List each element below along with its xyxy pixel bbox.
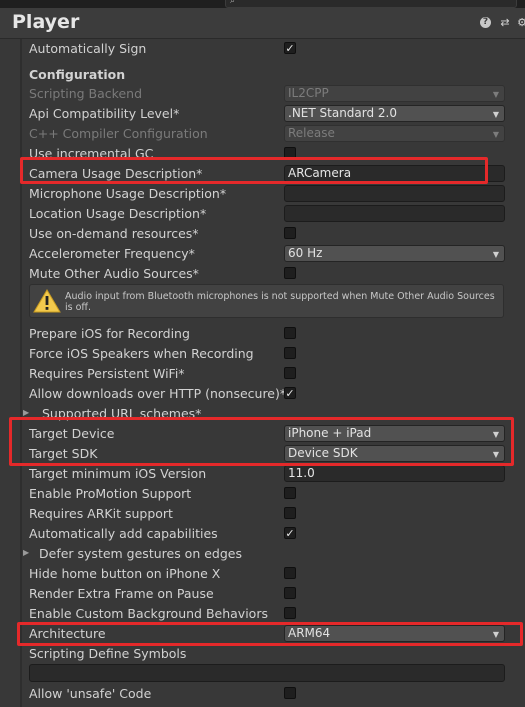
search-field[interactable]: ⌕	[225, 0, 517, 8]
setting-label: Requires Persistent WiFi*	[29, 366, 185, 381]
setting-label: Scripting Define Symbols	[29, 646, 187, 661]
dropdown-accelerometer-frequency[interactable]: 60 Hz ▼	[284, 245, 505, 262]
setting-label: Accelerometer Frequency*	[29, 246, 195, 261]
setting-label: Hide home button on iPhone X	[29, 566, 221, 581]
warning-text: Audio input from Bluetooth microphones i…	[65, 291, 495, 313]
text-field-microphone-usage-description[interactable]	[284, 185, 505, 202]
setting-label: Defer system gestures on edges	[39, 546, 242, 561]
setting-row-allow-unsafe-code: Allow 'unsafe' Code	[29, 684, 519, 704]
section-heading: Configuration	[29, 67, 126, 82]
setting-label: Scripting Backend	[29, 86, 143, 101]
setting-label: Use on-demand resources*	[29, 226, 199, 241]
setting-label: Prepare iOS for Recording	[29, 326, 190, 341]
gear-icon[interactable]: ⚙	[516, 17, 525, 29]
setting-label: Requires ARKit support	[29, 506, 173, 521]
setting-label: Allow 'unsafe' Code	[29, 686, 152, 701]
checkbox[interactable]	[284, 687, 296, 699]
dropdown-value: Release	[288, 126, 335, 140]
chevron-down-icon: ▼	[492, 110, 499, 119]
setting-label: Location Usage Description*	[29, 206, 207, 221]
dropdown-c-compiler-configuration: Release ▼	[284, 125, 505, 142]
checkbox[interactable]	[284, 487, 296, 499]
setting-row-requires-arkit-support: Requires ARKit support	[29, 504, 519, 524]
setting-label: C++ Compiler Configuration	[29, 126, 208, 141]
page-title: Player	[12, 11, 80, 33]
setting-row-force-ios-speakers-when-recording: Force iOS Speakers when Recording	[29, 344, 519, 364]
chevron-down-icon: ▼	[492, 90, 499, 99]
setting-label: Enable Custom Background Behaviors	[29, 606, 268, 621]
setting-row-allow-downloads-over-http-nonsecure: Allow downloads over HTTP (nonsecure)* ✓	[29, 384, 519, 404]
setting-label: Force iOS Speakers when Recording	[29, 346, 254, 361]
setting-label: Allow downloads over HTTP (nonsecure)*	[29, 386, 287, 401]
checkbox[interactable]	[284, 367, 296, 379]
setting-label: Mute Other Audio Sources*	[29, 266, 199, 281]
search-icon: ⌕	[230, 0, 236, 6]
warning-icon	[33, 289, 61, 313]
setting-label: Automatically Sign	[29, 41, 147, 56]
checkbox[interactable]	[284, 347, 296, 359]
setting-label: Render Extra Frame on Pause	[29, 586, 214, 601]
setting-row-automatically-sign: Automatically Sign ✓	[29, 39, 519, 59]
checkbox[interactable]	[284, 567, 296, 579]
setting-row-scripting-backend: Scripting Backend IL2CPP ▼	[29, 84, 519, 104]
chevron-down-icon: ▼	[492, 130, 499, 139]
checkbox[interactable]	[284, 227, 296, 239]
preset-icon[interactable]: ⇄	[499, 17, 511, 29]
setting-row-accelerometer-frequency: Accelerometer Frequency* 60 Hz ▼	[29, 244, 519, 264]
highlight-camera-usage	[20, 157, 488, 184]
triangle-right-icon[interactable]: ▶	[23, 408, 29, 417]
setting-row-scripting-define-symbols: Scripting Define Symbols	[29, 644, 519, 664]
checkbox[interactable]	[284, 327, 296, 339]
setting-row-enable-custom-background-behaviors: Enable Custom Background Behaviors	[29, 604, 519, 624]
setting-row-enable-promotion-support: Enable ProMotion Support	[29, 484, 519, 504]
setting-row-prepare-ios-for-recording: Prepare iOS for Recording	[29, 324, 519, 344]
setting-row-render-extra-frame-on-pause: Render Extra Frame on Pause	[29, 584, 519, 604]
setting-row-use-on-demand-resources: Use on-demand resources*	[29, 224, 519, 244]
checkbox[interactable]	[284, 507, 296, 519]
setting-label: Microphone Usage Description*	[29, 186, 227, 201]
setting-row-location-usage-description: Location Usage Description*	[29, 204, 519, 224]
warning-helpbox: Audio input from Bluetooth microphones i…	[29, 284, 504, 318]
setting-label: Enable ProMotion Support	[29, 486, 192, 501]
setting-row-microphone-usage-description: Microphone Usage Description*	[29, 184, 519, 204]
setting-row-c-compiler-configuration: C++ Compiler Configuration Release ▼	[29, 124, 519, 144]
setting-row-mute-other-audio-sources: Mute Other Audio Sources*	[29, 264, 519, 284]
dropdown-scripting-backend: IL2CPP ▼	[284, 85, 505, 102]
setting-row-configuration: Configuration	[29, 65, 519, 85]
highlight-architecture	[17, 622, 523, 646]
setting-row-hide-home-button-on-iphone-x: Hide home button on iPhone X	[29, 564, 519, 584]
inspector-header: Player ? ⇄ ⚙	[0, 8, 525, 39]
checkbox[interactable]: ✓	[284, 527, 296, 539]
checkbox[interactable]: ✓	[284, 42, 296, 54]
checkmark-icon: ✓	[285, 527, 295, 540]
setting-row-requires-persistent-wifi: Requires Persistent WiFi*	[29, 364, 519, 384]
setting-label: Automatically add capabilities	[29, 526, 218, 541]
chevron-down-icon: ▼	[492, 250, 499, 259]
top-toolbar-strip: ⌕	[0, 0, 525, 8]
setting-row-api-compatibility-level: Api Compatibility Level* .NET Standard 2.…	[29, 104, 519, 124]
highlight-target-device-sdk	[9, 417, 514, 466]
checkbox[interactable]	[284, 267, 296, 279]
help-icon[interactable]: ?	[480, 17, 491, 28]
text-field-value: 11.0	[288, 466, 315, 480]
text-field-location-usage-description[interactable]	[284, 205, 505, 222]
checkmark-icon: ✓	[285, 387, 295, 400]
scripting-define-symbols-field[interactable]	[29, 664, 505, 682]
setting-row-target-minimum-ios-version: Target minimum iOS Version 11.0	[29, 464, 519, 484]
dropdown-value: 60 Hz	[288, 246, 323, 260]
section-indent-bar	[20, 39, 22, 707]
setting-label: Target minimum iOS Version	[29, 466, 207, 481]
dropdown-api-compatibility-level[interactable]: .NET Standard 2.0 ▼	[284, 105, 505, 122]
checkbox[interactable]: ✓	[284, 387, 296, 399]
triangle-right-icon[interactable]: ▶	[23, 548, 29, 557]
checkbox[interactable]	[284, 607, 296, 619]
checkmark-icon: ✓	[285, 42, 295, 55]
setting-row-automatically-add-capabilities: Automatically add capabilities ✓	[29, 524, 519, 544]
setting-row-defer-system-gestures-on-edges: ▶ Defer system gestures on edges	[23, 544, 519, 564]
checkbox[interactable]	[284, 587, 296, 599]
dropdown-value: IL2CPP	[288, 86, 329, 100]
text-field-target-minimum-ios-version[interactable]: 11.0	[284, 465, 505, 482]
setting-label: Api Compatibility Level*	[29, 106, 180, 121]
dropdown-value: .NET Standard 2.0	[288, 106, 398, 120]
